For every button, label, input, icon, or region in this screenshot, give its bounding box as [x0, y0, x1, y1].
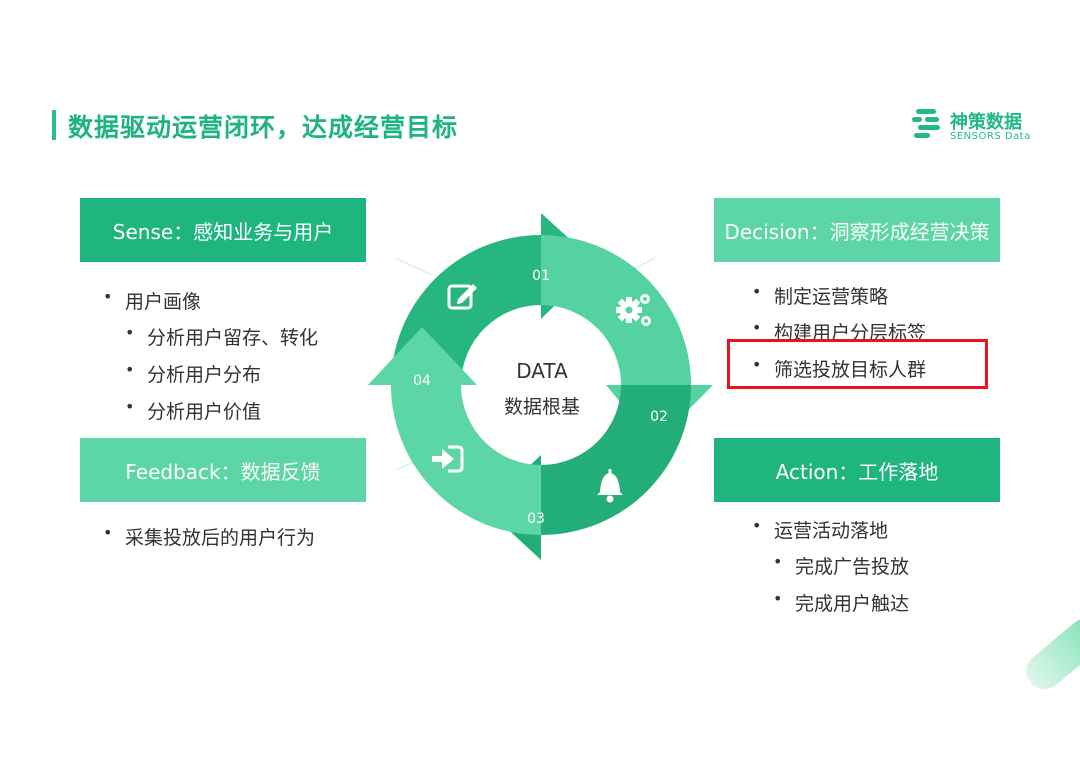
- connector-line: [394, 257, 433, 276]
- sense-item-label: 分析用户留存、转化: [147, 327, 319, 349]
- sense-item-retention: • 分析用户留存、转化: [125, 323, 319, 350]
- bullet-dot: •: [773, 552, 783, 571]
- bullet-dot: •: [752, 282, 762, 301]
- bullet-dot: •: [125, 360, 135, 379]
- decorative-stripe: [1018, 611, 1080, 697]
- step-label-03: 03: [527, 511, 545, 527]
- sense-item-distribution: • 分析用户分布: [125, 360, 262, 387]
- feedback-item-label: 采集投放后的用户行为: [125, 527, 316, 549]
- decision-header: Decision：洞察形成经营决策: [714, 198, 1000, 262]
- action-header: Action：工作落地: [714, 438, 1000, 502]
- decision-item-strategy: • 制定运营策略: [752, 282, 889, 309]
- bullet-dot: •: [752, 516, 762, 535]
- sense-item-label: 分析用户价值: [147, 401, 262, 423]
- cycle-diagram: 01 02 03 04 DATA 数据根基: [368, 213, 713, 560]
- bullet-dot: •: [752, 318, 762, 337]
- step-label-02: 02: [650, 409, 668, 425]
- slide-title: 数据驱动运营闭环，达成经营目标: [68, 113, 459, 142]
- sense-item-value: • 分析用户价值: [125, 397, 262, 424]
- decision-item-label: 制定运营策略: [774, 286, 889, 308]
- action-item-campaign: • 运营活动落地: [752, 516, 889, 543]
- action-item-label: 运营活动落地: [774, 520, 889, 542]
- bullet-dot: •: [103, 523, 113, 542]
- title-accent-bar: [52, 110, 56, 140]
- highlight-box: [727, 339, 988, 389]
- logo-text-en: SENSORS Data: [950, 131, 1031, 142]
- action-item-ads: • 完成广告投放: [773, 552, 910, 579]
- action-item-label: 完成广告投放: [795, 556, 910, 578]
- step-label-04: 04: [413, 373, 431, 389]
- bullet-dot: •: [125, 323, 135, 342]
- sense-item-label: 分析用户分布: [147, 364, 262, 386]
- cycle-center-subtitle: 数据根基: [504, 396, 580, 418]
- action-item-label: 完成用户触达: [795, 593, 910, 615]
- bullet-dot: •: [125, 397, 135, 416]
- sense-header: Sense：感知业务与用户: [80, 198, 366, 262]
- bullet-dot: •: [773, 589, 783, 608]
- sense-item-label: 用户画像: [125, 291, 202, 313]
- brand-logo: 神策数据 SENSORS Data: [912, 106, 1052, 146]
- cycle-center-title: DATA: [516, 359, 568, 383]
- sense-item-user-profile: • 用户画像: [103, 287, 202, 314]
- action-item-reach: • 完成用户触达: [773, 589, 910, 616]
- feedback-header: Feedback：数据反馈: [80, 438, 366, 502]
- sensors-logo-icon: [912, 109, 940, 138]
- bullet-dot: •: [103, 287, 113, 306]
- step-label-01: 01: [532, 268, 550, 284]
- feedback-item-behavior: • 采集投放后的用户行为: [103, 523, 316, 550]
